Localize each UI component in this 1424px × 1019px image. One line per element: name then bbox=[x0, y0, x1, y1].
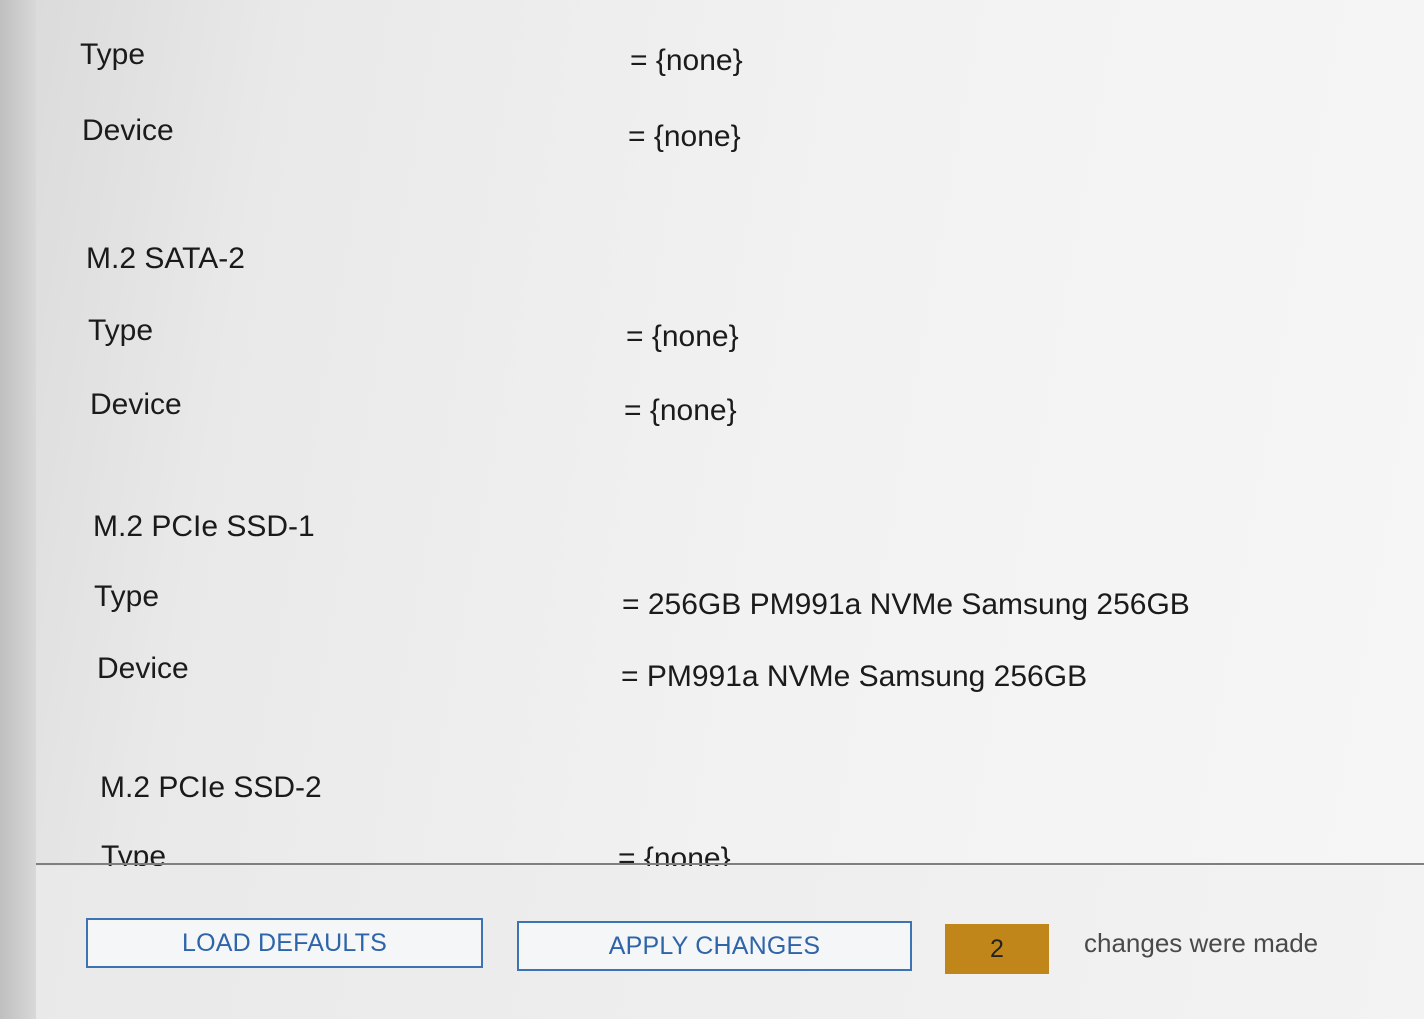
setting-label-device: Device bbox=[97, 652, 189, 685]
setting-value-type[interactable]: = {none} bbox=[630, 44, 743, 78]
storage-settings-panel: Type = {none} Device = {none} M.2 SATA-2… bbox=[36, 0, 1424, 866]
left-gutter bbox=[0, 0, 36, 1019]
bios-settings-screen: Type = {none} Device = {none} M.2 SATA-2… bbox=[0, 0, 1424, 1019]
setting-value-device[interactable]: = {none} bbox=[624, 394, 737, 428]
setting-value-type[interactable]: = {none} bbox=[626, 320, 739, 354]
load-defaults-button[interactable]: LOAD DEFAULTS bbox=[86, 918, 483, 968]
setting-label-type: Type bbox=[88, 314, 154, 347]
apply-changes-button[interactable]: APPLY CHANGES bbox=[517, 921, 912, 971]
footer-bar: LOAD DEFAULTS APPLY CHANGES 2 changes we… bbox=[36, 866, 1424, 1019]
setting-label-type: Type bbox=[94, 580, 160, 613]
changes-count-badge: 2 bbox=[945, 924, 1049, 974]
setting-label-device: Device bbox=[82, 114, 174, 147]
setting-value-device[interactable]: = {none} bbox=[628, 120, 741, 154]
changes-status-text: changes were made bbox=[1084, 928, 1319, 958]
section-heading-m2-sata-2: M.2 SATA-2 bbox=[86, 242, 245, 275]
setting-label-type: Type bbox=[80, 38, 146, 71]
footer-divider bbox=[36, 863, 1424, 865]
section-heading-m2-pcie-ssd-2: M.2 PCIe SSD-2 bbox=[100, 771, 322, 804]
section-heading-m2-pcie-ssd-1: M.2 PCIe SSD-1 bbox=[93, 510, 315, 543]
setting-label-device: Device bbox=[90, 388, 182, 421]
setting-value-device[interactable]: = PM991a NVMe Samsung 256GB bbox=[621, 660, 1087, 694]
setting-value-type[interactable]: = 256GB PM991a NVMe Samsung 256GB bbox=[622, 588, 1190, 622]
